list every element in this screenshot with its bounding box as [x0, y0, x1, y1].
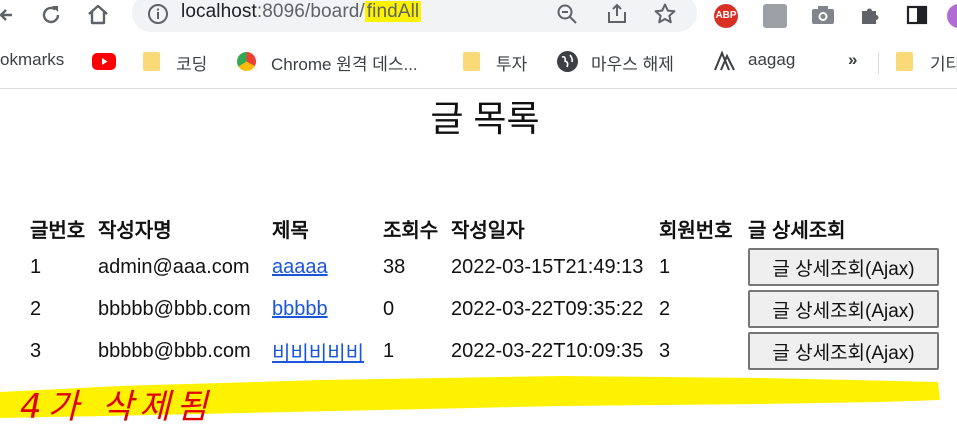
annotation-overlay: 4가 삭제됨: [0, 376, 940, 427]
deleted-note-text: 4가 삭제됨: [20, 387, 214, 427]
